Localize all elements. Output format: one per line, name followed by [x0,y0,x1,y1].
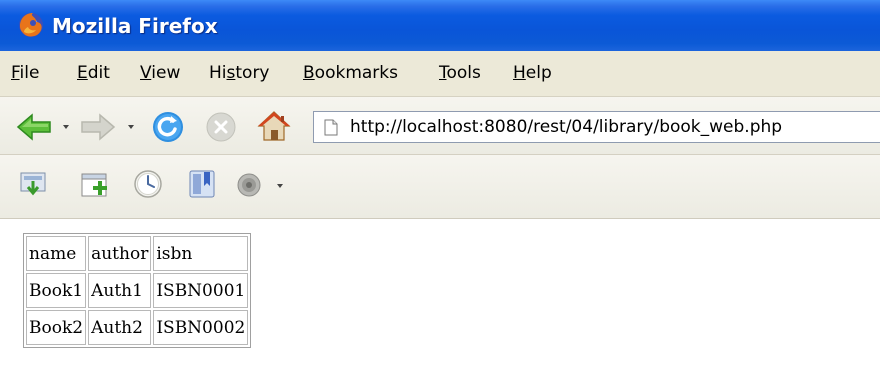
stop-icon[interactable] [205,111,237,143]
home-icon[interactable] [256,109,292,143]
page-icon [324,119,338,136]
forward-dropdown-icon[interactable] [128,125,134,129]
menu-edit[interactable]: Edit [77,62,110,84]
header-cell-isbn: isbn [153,236,249,271]
back-dropdown-icon[interactable] [63,125,69,129]
media-icon[interactable] [236,172,262,198]
books-table: name author isbn Book1 Auth1 ISBN0001 Bo… [23,233,252,348]
menu-file[interactable]: File [11,62,39,84]
menu-bookmarks[interactable]: Bookmarks [303,62,398,84]
url-bar[interactable]: http://localhost:8080/rest/04/library/bo… [313,111,880,143]
reload-icon[interactable] [151,110,185,144]
download-icon[interactable] [18,170,48,200]
window-title: Mozilla Firefox [52,14,218,38]
cell-author: Auth2 [88,310,152,345]
page-content: name author isbn Book1 Auth1 ISBN0001 Bo… [0,219,880,373]
header-cell-author: author [88,236,152,271]
cell-name: Book2 [26,310,87,345]
menu-view[interactable]: View [140,62,180,84]
table-row: Book2 Auth2 ISBN0002 [26,310,249,345]
firefox-logo-icon [19,13,43,37]
menu-bar: File Edit View History Bookmarks Tools H… [0,51,880,97]
title-bar[interactable]: Mozilla Firefox [0,0,880,51]
back-icon[interactable] [16,113,54,141]
menu-tools[interactable]: Tools [439,62,481,84]
cell-author: Auth1 [88,273,152,308]
table-row: Book1 Auth1 ISBN0001 [26,273,249,308]
forward-icon[interactable] [80,113,116,141]
menu-help[interactable]: Help [513,62,552,84]
url-text[interactable]: http://localhost:8080/rest/04/library/bo… [350,116,782,138]
bookmarks-icon[interactable] [187,168,217,200]
menu-history[interactable]: History [209,62,270,84]
cell-isbn: ISBN0001 [153,273,249,308]
browser-window: Mozilla Firefox File Edit View History B… [0,0,880,373]
cell-name: Book1 [26,273,87,308]
cell-isbn: ISBN0002 [153,310,249,345]
add-tab-icon[interactable] [80,168,112,200]
header-cell-name: name [26,236,87,271]
table-header-row: name author isbn [26,236,249,271]
history-icon[interactable] [132,168,164,200]
media-dropdown-icon[interactable] [277,184,283,188]
